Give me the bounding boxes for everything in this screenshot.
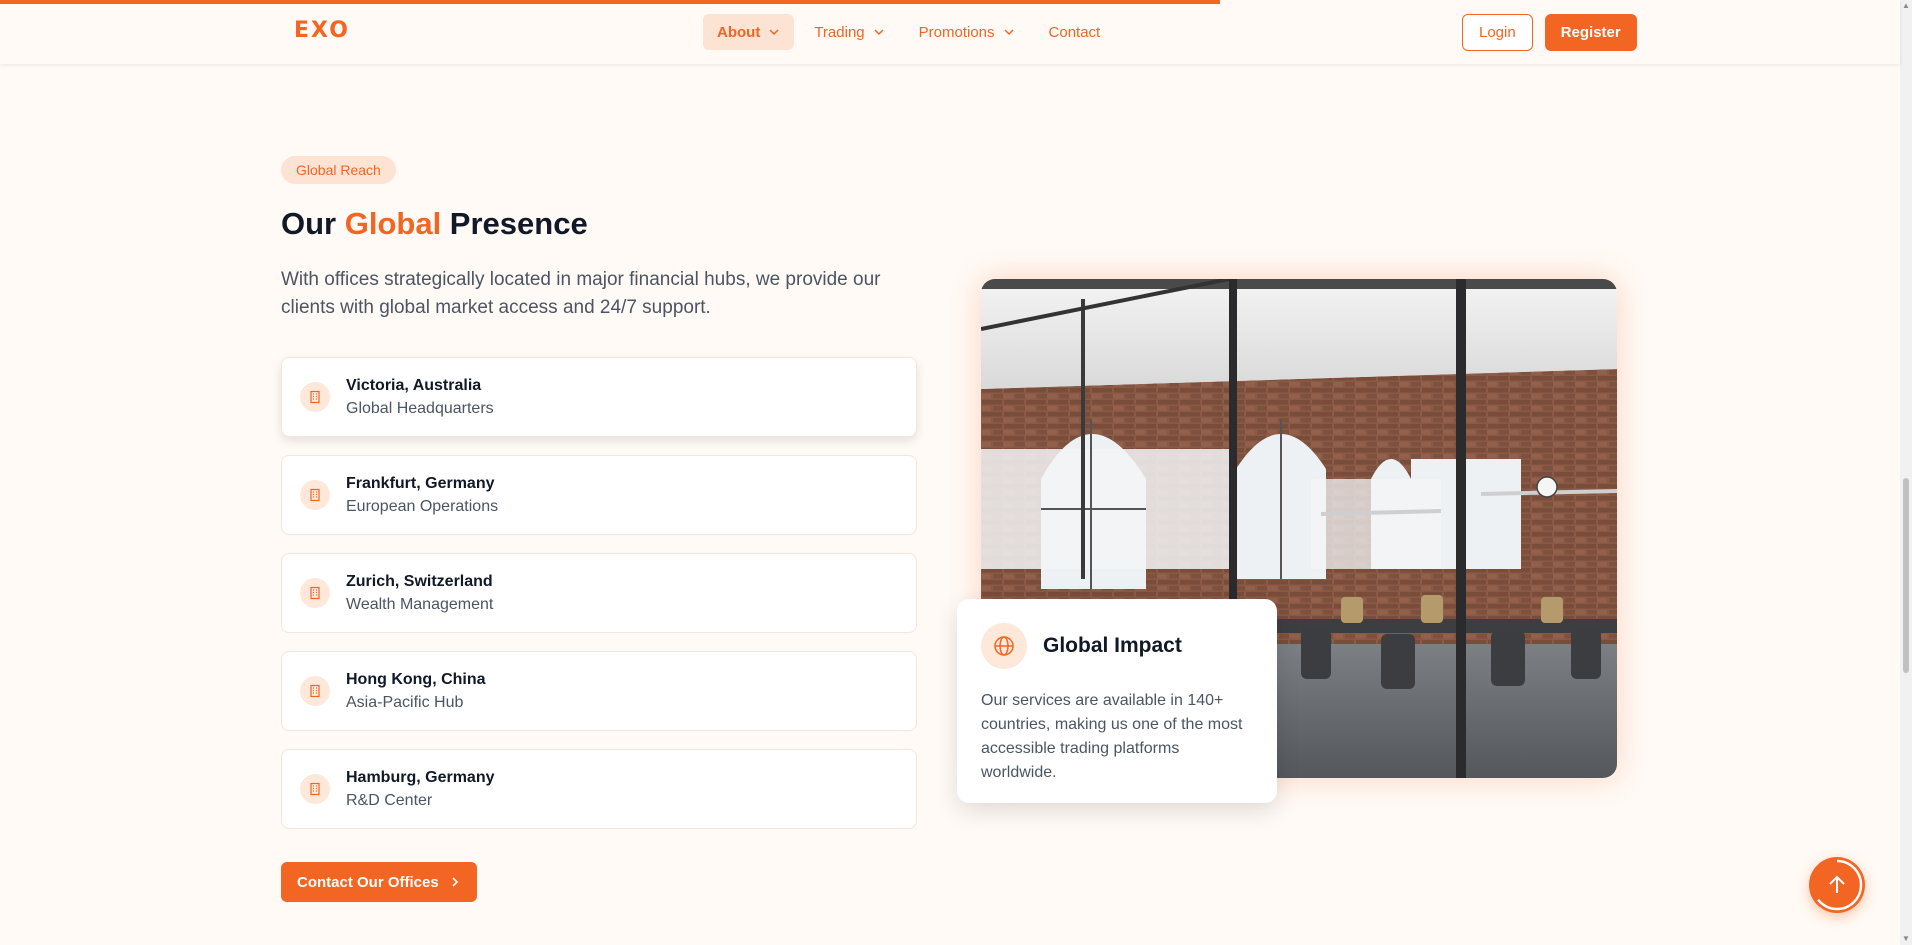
main-menu: About Trading Promotions Contact [703, 14, 1114, 50]
chevron-down-icon [769, 29, 779, 36]
office-name: Hong Kong, China [346, 670, 486, 688]
office-list: Victoria, Australia Global Headquarters … [281, 357, 917, 847]
office-name: Zurich, Switzerland [346, 572, 493, 590]
chevron-right-icon [452, 877, 458, 887]
office-card-zurich[interactable]: Zurich, Switzerland Wealth Management [281, 553, 917, 633]
office-text: Hong Kong, China Asia-Pacific Hub [346, 671, 486, 712]
nav-item-label: Trading [814, 23, 865, 41]
login-button[interactable]: Login [1462, 14, 1533, 51]
nav-item-about[interactable]: About [703, 14, 795, 50]
building-icon [300, 676, 330, 706]
office-card-victoria[interactable]: Victoria, Australia Global Headquarters [281, 357, 917, 437]
office-role: Wealth Management [346, 595, 494, 613]
building-icon [300, 578, 330, 608]
chevron-down-icon [1003, 29, 1014, 36]
scroll-up-arrow-icon[interactable]: ▲ [1902, 2, 1910, 10]
office-text: Frankfurt, Germany European Operations [346, 475, 498, 516]
office-role: Global Headquarters [346, 399, 494, 417]
section-intro: With offices strategically located in ma… [281, 269, 881, 318]
section-badge: Global Reach [281, 156, 396, 184]
office-role: Asia-Pacific Hub [346, 693, 464, 711]
chevron-down-icon [874, 29, 884, 36]
building-icon [300, 382, 330, 412]
office-text: Hamburg, Germany R&D Center [346, 769, 494, 810]
heading-prefix: Our [281, 206, 345, 241]
globe-icon [981, 623, 1027, 669]
contact-offices-button[interactable]: Contact Our Offices [281, 862, 477, 902]
top-navigation: EXO About Trading Promotions Contact Log… [0, 0, 1900, 64]
contact-offices-label: Contact Our Offices [297, 873, 439, 891]
nav-item-contact[interactable]: Contact [1035, 14, 1115, 50]
brand-logo[interactable]: EXO [294, 18, 350, 43]
scroll-to-top-button[interactable] [1809, 857, 1865, 913]
scroll-down-arrow-icon[interactable]: ▼ [1902, 935, 1910, 943]
section-heading: Our Global Presence [281, 206, 588, 242]
page-scrollbar[interactable]: ▲ ▼ [1900, 0, 1912, 945]
building-icon [300, 774, 330, 804]
office-card-hong-kong[interactable]: Hong Kong, China Asia-Pacific Hub [281, 651, 917, 731]
register-button[interactable]: Register [1544, 14, 1637, 51]
arrow-up-icon [1811, 859, 1863, 911]
scrollbar-thumb[interactable] [1903, 478, 1909, 673]
office-name: Frankfurt, Germany [346, 474, 495, 492]
nav-item-label: Contact [1048, 23, 1101, 41]
nav-item-label: About [717, 23, 761, 41]
office-card-frankfurt[interactable]: Frankfurt, Germany European Operations [281, 455, 917, 535]
office-role: European Operations [346, 497, 499, 515]
impact-text: Our services are available in 140+ count… [981, 692, 1243, 781]
office-name: Hamburg, Germany [346, 768, 495, 786]
impact-header: Global Impact [981, 623, 1253, 669]
building-icon [300, 480, 330, 510]
nav-item-label: Promotions [918, 23, 995, 41]
impact-title: Global Impact [1043, 634, 1182, 657]
heading-suffix: Presence [441, 206, 588, 241]
office-text: Victoria, Australia Global Headquarters [346, 377, 494, 418]
office-role: R&D Center [346, 791, 433, 809]
office-name: Victoria, Australia [346, 376, 482, 394]
heading-accent: Global [344, 206, 442, 241]
office-card-hamburg[interactable]: Hamburg, Germany R&D Center [281, 749, 917, 829]
auth-buttons: Login Register [1462, 14, 1637, 51]
scroll-progress-bar [0, 0, 1220, 4]
nav-item-promotions[interactable]: Promotions [905, 14, 1029, 50]
global-impact-card: Global Impact Our services are available… [957, 599, 1277, 803]
office-text: Zurich, Switzerland Wealth Management [346, 573, 493, 614]
nav-item-trading[interactable]: Trading [800, 14, 898, 50]
